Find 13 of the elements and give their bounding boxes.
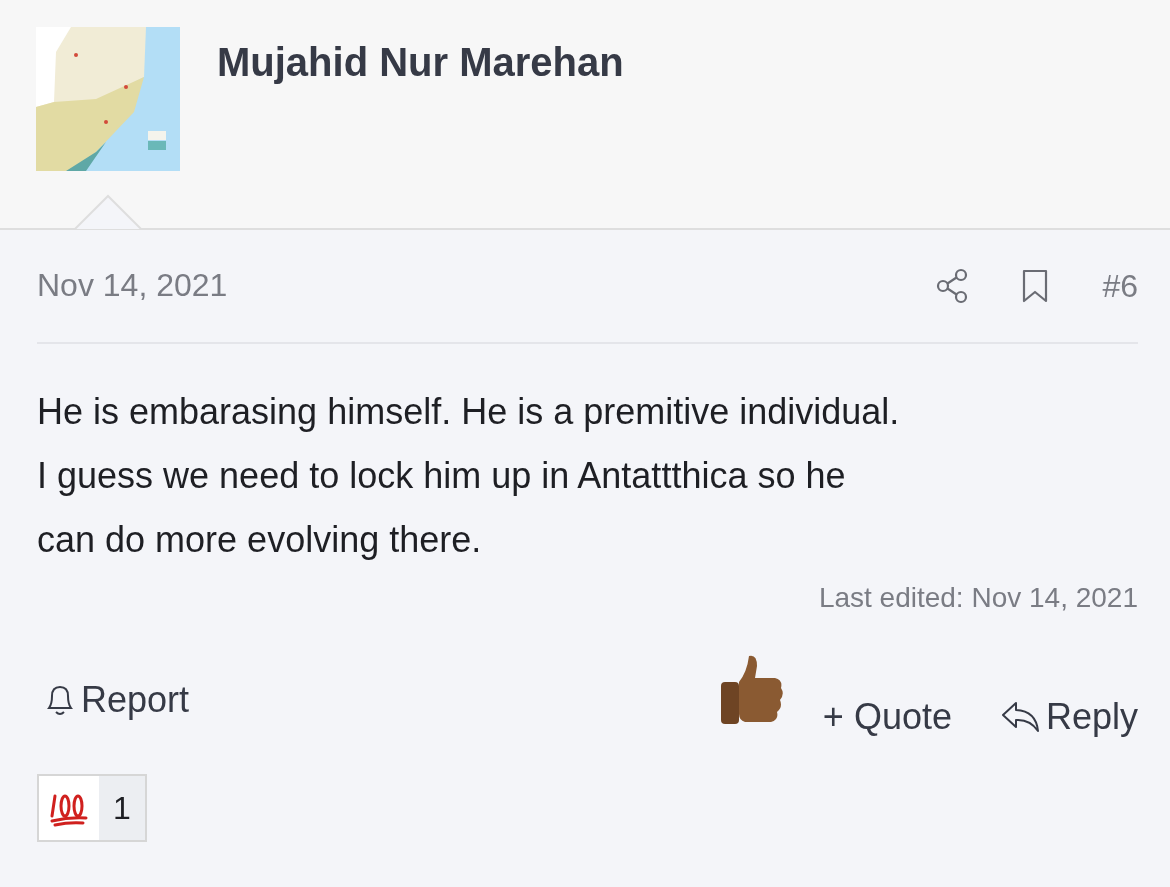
- reaction-badge[interactable]: 1: [37, 774, 147, 842]
- reaction-count: 1: [99, 776, 145, 840]
- author-name[interactable]: Mujahid Nur Marehan: [217, 40, 624, 228]
- quote-link[interactable]: + Quote: [822, 696, 952, 738]
- reply-icon: [999, 699, 1042, 735]
- post-date[interactable]: Nov 14, 2021: [37, 266, 936, 304]
- reply-link[interactable]: Reply: [999, 696, 1138, 738]
- post-number[interactable]: #6: [1102, 267, 1138, 305]
- bookmark-icon[interactable]: [1021, 269, 1050, 303]
- report-link[interactable]: Report: [43, 679, 190, 721]
- last-edited: Last edited: Nov 14, 2021: [818, 582, 1138, 614]
- post-text: He is embarasing himself. He is a premitive individual. I guess we need to lock him up in Antattthica so he can do more evolving there.: [37, 390, 901, 562]
- share-icon[interactable]: [935, 268, 970, 304]
